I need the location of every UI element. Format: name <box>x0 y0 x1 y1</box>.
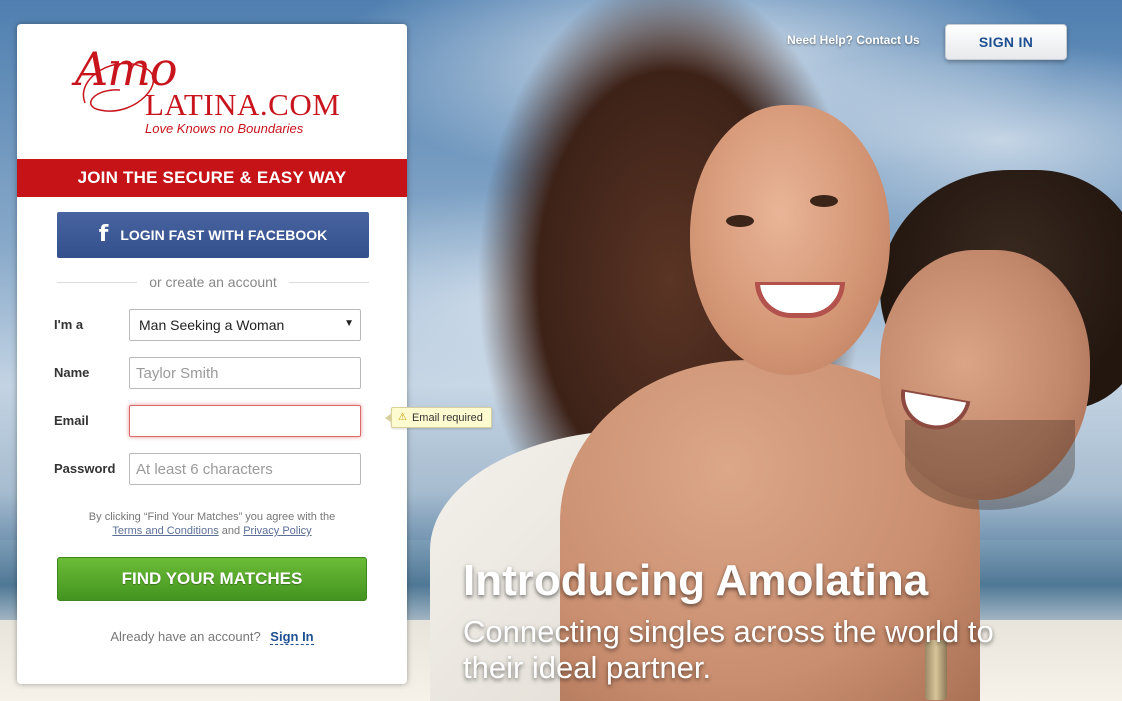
terms-and: and <box>221 525 241 537</box>
email-error-tooltip: ⚠ Email required <box>385 407 492 428</box>
name-input[interactable] <box>129 357 361 389</box>
woman-eye-left <box>726 215 754 227</box>
sign-in-link[interactable]: Sign In <box>270 629 314 645</box>
dropdown-arrow-icon: ▼ <box>344 318 354 329</box>
terms-notice: By clicking “Find Your Matches” you agre… <box>37 510 387 538</box>
logo-latina: LATINA.COM <box>145 87 341 122</box>
terms-prefix: By clicking “Find Your Matches” you agre… <box>88 511 336 523</box>
terms-link[interactable]: Terms and Conditions <box>112 525 218 537</box>
seeking-select-value: Man Seeking a Woman <box>139 317 285 333</box>
email-error-text: Email required <box>411 411 483 424</box>
seeking-select[interactable]: Man Seeking a Woman ▼ <box>129 309 361 341</box>
sign-in-button[interactable]: SIGN IN <box>945 24 1067 60</box>
password-input[interactable] <box>129 453 361 485</box>
contact-us-link[interactable]: Contact Us <box>856 33 919 47</box>
facebook-login-label: LOGIN FAST WITH FACEBOOK <box>120 227 328 243</box>
name-label: Name <box>54 365 90 380</box>
facebook-login-button[interactable]: f LOGIN FAST WITH FACEBOOK <box>57 212 369 258</box>
privacy-policy-link[interactable]: Privacy Policy <box>243 525 311 537</box>
logo-tagline: Love Knows no Boundaries <box>145 121 304 136</box>
warning-icon: ⚠ <box>398 412 407 423</box>
iam-label: I'm a <box>54 317 84 332</box>
email-label: Email <box>54 413 89 428</box>
or-create-account-text: or create an account <box>149 274 277 290</box>
find-matches-button[interactable]: FIND YOUR MATCHES <box>57 557 367 601</box>
email-input[interactable] <box>129 405 361 437</box>
man-stubble <box>905 420 1075 510</box>
password-label: Password <box>54 461 116 476</box>
divider-line-right <box>288 281 370 283</box>
join-banner: JOIN THE SECURE & EASY WAY <box>17 159 407 197</box>
facebook-icon: f <box>98 222 109 247</box>
amolatina-logo[interactable]: Amo LATINA.COM Love Knows no Boundaries <box>75 42 365 157</box>
help-text: Need Help? <box>787 33 854 47</box>
woman-face <box>690 105 890 375</box>
hero-headline: Introducing Amolatina <box>463 556 929 605</box>
hero-subline: Connecting singles across the world to t… <box>463 614 994 685</box>
signup-panel: Amo LATINA.COM Love Knows no Boundaries … <box>17 24 492 684</box>
help-links: Need Help? Contact Us <box>787 33 920 47</box>
divider-line-left <box>57 281 138 283</box>
or-divider: or create an account <box>57 273 370 291</box>
already-account-text: Already have an account? <box>110 629 261 644</box>
already-account-row: Already have an account? Sign In <box>17 629 407 645</box>
woman-eye-right <box>810 195 838 207</box>
